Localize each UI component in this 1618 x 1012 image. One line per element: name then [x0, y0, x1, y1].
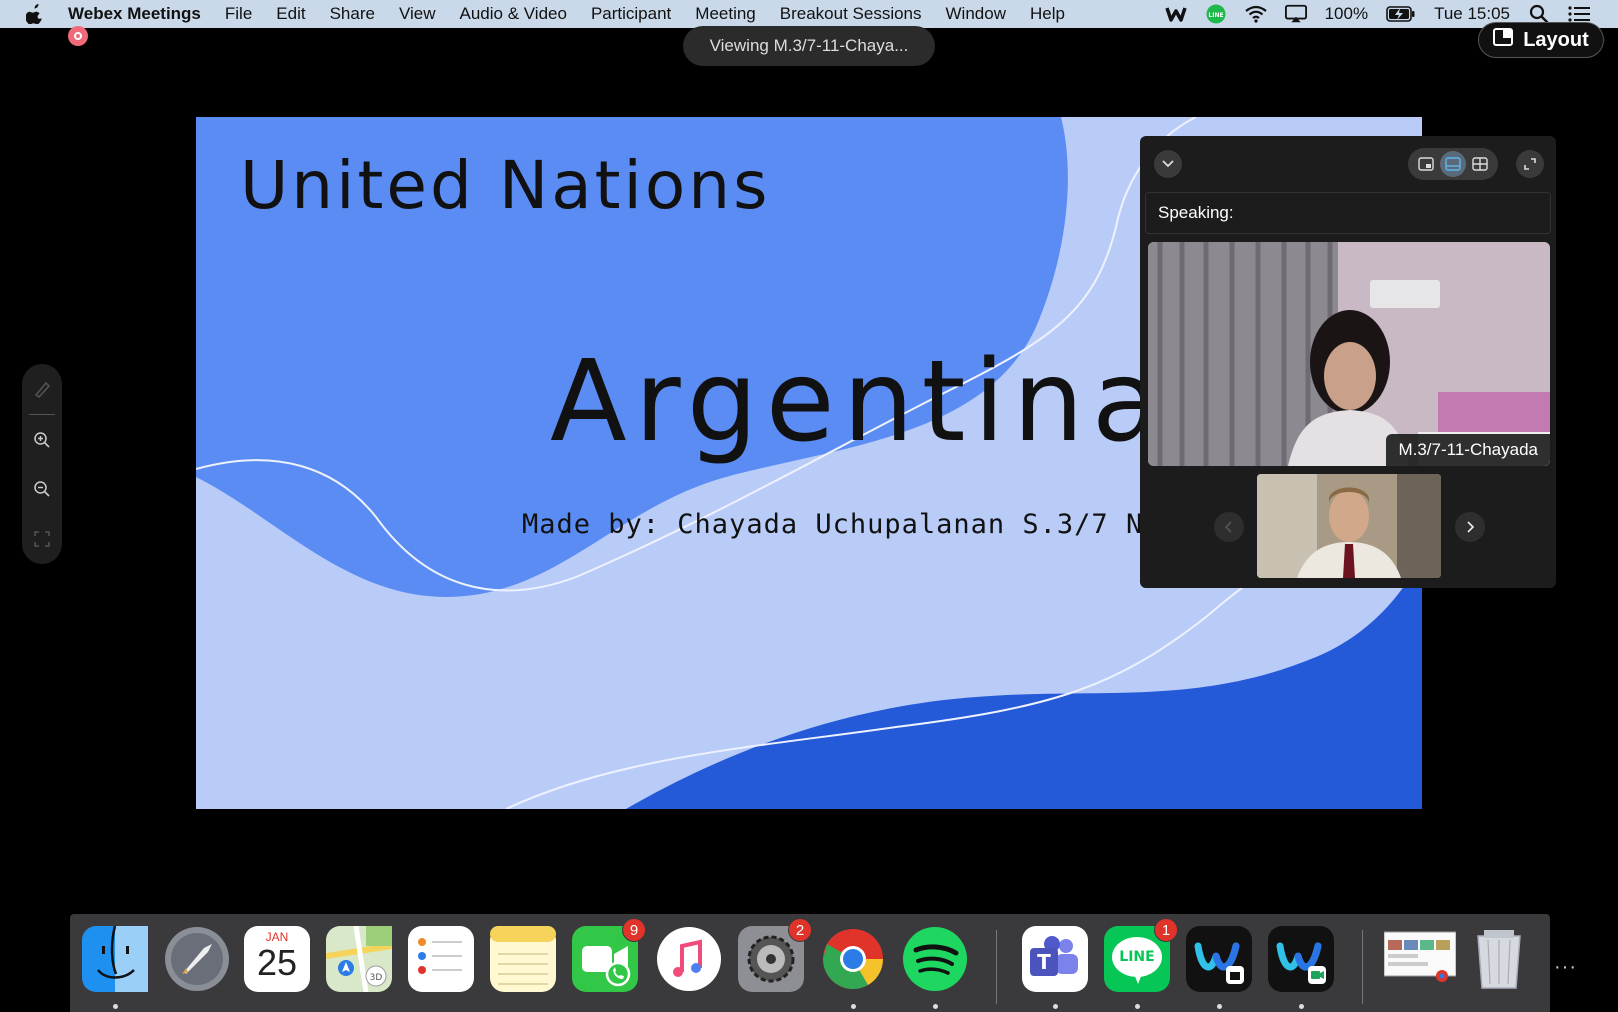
thumbnail-participant-image	[1257, 474, 1441, 578]
chevron-down-icon	[1162, 160, 1174, 168]
previous-video-button[interactable]	[1214, 512, 1244, 542]
line-app-label: LINE	[1119, 949, 1155, 965]
calendar-icon[interactable]: JAN 25	[244, 926, 310, 992]
webex-meetings-icon[interactable]	[1186, 926, 1252, 992]
webex-video-icon[interactable]	[1268, 926, 1334, 992]
slide-heading: Argentina	[550, 337, 1169, 467]
minimized-chrome-window-icon[interactable]	[1383, 926, 1457, 992]
chrome-running-dot	[851, 1004, 856, 1009]
menu-breakout-sessions[interactable]: Breakout Sessions	[780, 4, 922, 24]
reminders-icon[interactable]	[408, 926, 474, 992]
menu-bar: Webex Meetings File Edit Share View Audi…	[0, 0, 1618, 28]
svg-text:LINE: LINE	[1208, 12, 1223, 19]
spotify-running-dot	[933, 1004, 938, 1009]
battery-percent: 100%	[1324, 4, 1369, 23]
menu-app-name[interactable]: Webex Meetings	[68, 4, 201, 24]
layout-button-label: Layout	[1523, 28, 1589, 51]
line-app-icon[interactable]: LINE 1	[1104, 918, 1178, 992]
svg-text:T: T	[1037, 950, 1051, 974]
menu-audio-video[interactable]: Audio & Video	[460, 4, 567, 24]
apple-icon[interactable]	[24, 3, 46, 25]
layout-icon	[1493, 28, 1514, 52]
webex-video-running-dot	[1299, 1004, 1304, 1009]
line-status-icon[interactable]: LINE	[1205, 3, 1227, 25]
main-participant-name: M.3/7-11-Chayada	[1386, 434, 1550, 466]
trash-icon[interactable]	[1466, 926, 1532, 992]
maps-icon[interactable]: 3D	[325, 925, 393, 993]
music-icon[interactable]	[656, 926, 722, 992]
chevron-left-icon	[1225, 521, 1232, 533]
menu-help[interactable]: Help	[1030, 4, 1065, 24]
layout-button[interactable]: Layout	[1478, 22, 1604, 58]
slide-title: United Nations	[240, 147, 771, 224]
launchpad-icon[interactable]	[164, 926, 230, 992]
stage-view-icon[interactable]	[1439, 151, 1466, 177]
teams-running-dot	[1053, 1004, 1058, 1009]
fullscreen-button[interactable]	[1516, 150, 1544, 178]
finder-running-dot	[113, 1004, 118, 1009]
zoom-out-icon[interactable]	[22, 465, 62, 515]
video-view-switcher	[1408, 148, 1498, 180]
menu-participant[interactable]: Participant	[591, 4, 671, 24]
dock-separator	[996, 930, 997, 1004]
annotate-icon[interactable]	[22, 364, 62, 414]
expand-icon	[1524, 158, 1536, 170]
next-video-button[interactable]	[1455, 512, 1485, 542]
zoom-in-icon[interactable]	[22, 415, 62, 465]
menu-share[interactable]: Share	[330, 4, 375, 24]
airplay-icon[interactable]	[1284, 3, 1307, 25]
menu-meeting[interactable]: Meeting	[695, 4, 755, 24]
system-preferences-icon[interactable]: 2	[738, 918, 812, 992]
calendar-day: 25	[256, 942, 298, 983]
facetime-badge: 9	[622, 918, 646, 942]
finder-icon[interactable]	[82, 925, 148, 992]
notes-icon[interactable]	[490, 926, 556, 992]
dock-separator-2	[1362, 930, 1363, 1004]
teams-icon[interactable]: T	[1022, 926, 1088, 992]
menu-clock[interactable]: Tue 15:05	[1434, 4, 1510, 24]
menu-edit[interactable]: Edit	[276, 4, 305, 24]
dock-more-icon[interactable]: ···	[1554, 956, 1577, 979]
svg-text:3D: 3D	[370, 973, 383, 983]
main-video-feed[interactable]: M.3/7-11-Chayada	[1148, 242, 1550, 466]
menu-file[interactable]: File	[225, 4, 252, 24]
video-panel: Speaking: M.3/7-11-Chayada	[1140, 136, 1556, 588]
fit-screen-icon[interactable]	[22, 514, 62, 564]
wifi-icon[interactable]	[1244, 3, 1267, 25]
collapse-panel-button[interactable]	[1154, 150, 1182, 178]
floating-view-icon[interactable]	[1413, 151, 1439, 177]
webex-meetings-running-dot	[1217, 1004, 1222, 1009]
chrome-icon[interactable]	[820, 926, 886, 992]
speaking-indicator: Speaking:	[1145, 192, 1551, 234]
menu-window[interactable]: Window	[946, 4, 1006, 24]
line-badge: 1	[1154, 918, 1178, 942]
menu-view[interactable]: View	[399, 4, 436, 24]
system-preferences-badge: 2	[788, 918, 812, 942]
facetime-icon[interactable]: 9	[572, 918, 646, 992]
grid-view-icon[interactable]	[1467, 151, 1493, 177]
thumbnail-video-feed[interactable]	[1257, 474, 1441, 578]
chevron-right-icon	[1467, 521, 1474, 533]
line-running-dot	[1135, 1004, 1140, 1009]
participant-video-image	[1148, 242, 1550, 466]
viewing-share-label[interactable]: Viewing M.3/7-11-Chaya...	[683, 26, 935, 66]
dock: JAN 25 3D 9 2 T LINE 1	[70, 914, 1550, 1012]
zoom-toolbar	[22, 364, 62, 564]
spotify-icon[interactable]	[902, 926, 968, 992]
slide-credit: Made by: Chayada Uchupalanan S.3/7 No.11	[522, 509, 1213, 540]
battery-charging-icon[interactable]	[1386, 3, 1416, 25]
webex-status-icon[interactable]	[1164, 3, 1187, 25]
recording-indicator-icon[interactable]	[68, 26, 88, 46]
